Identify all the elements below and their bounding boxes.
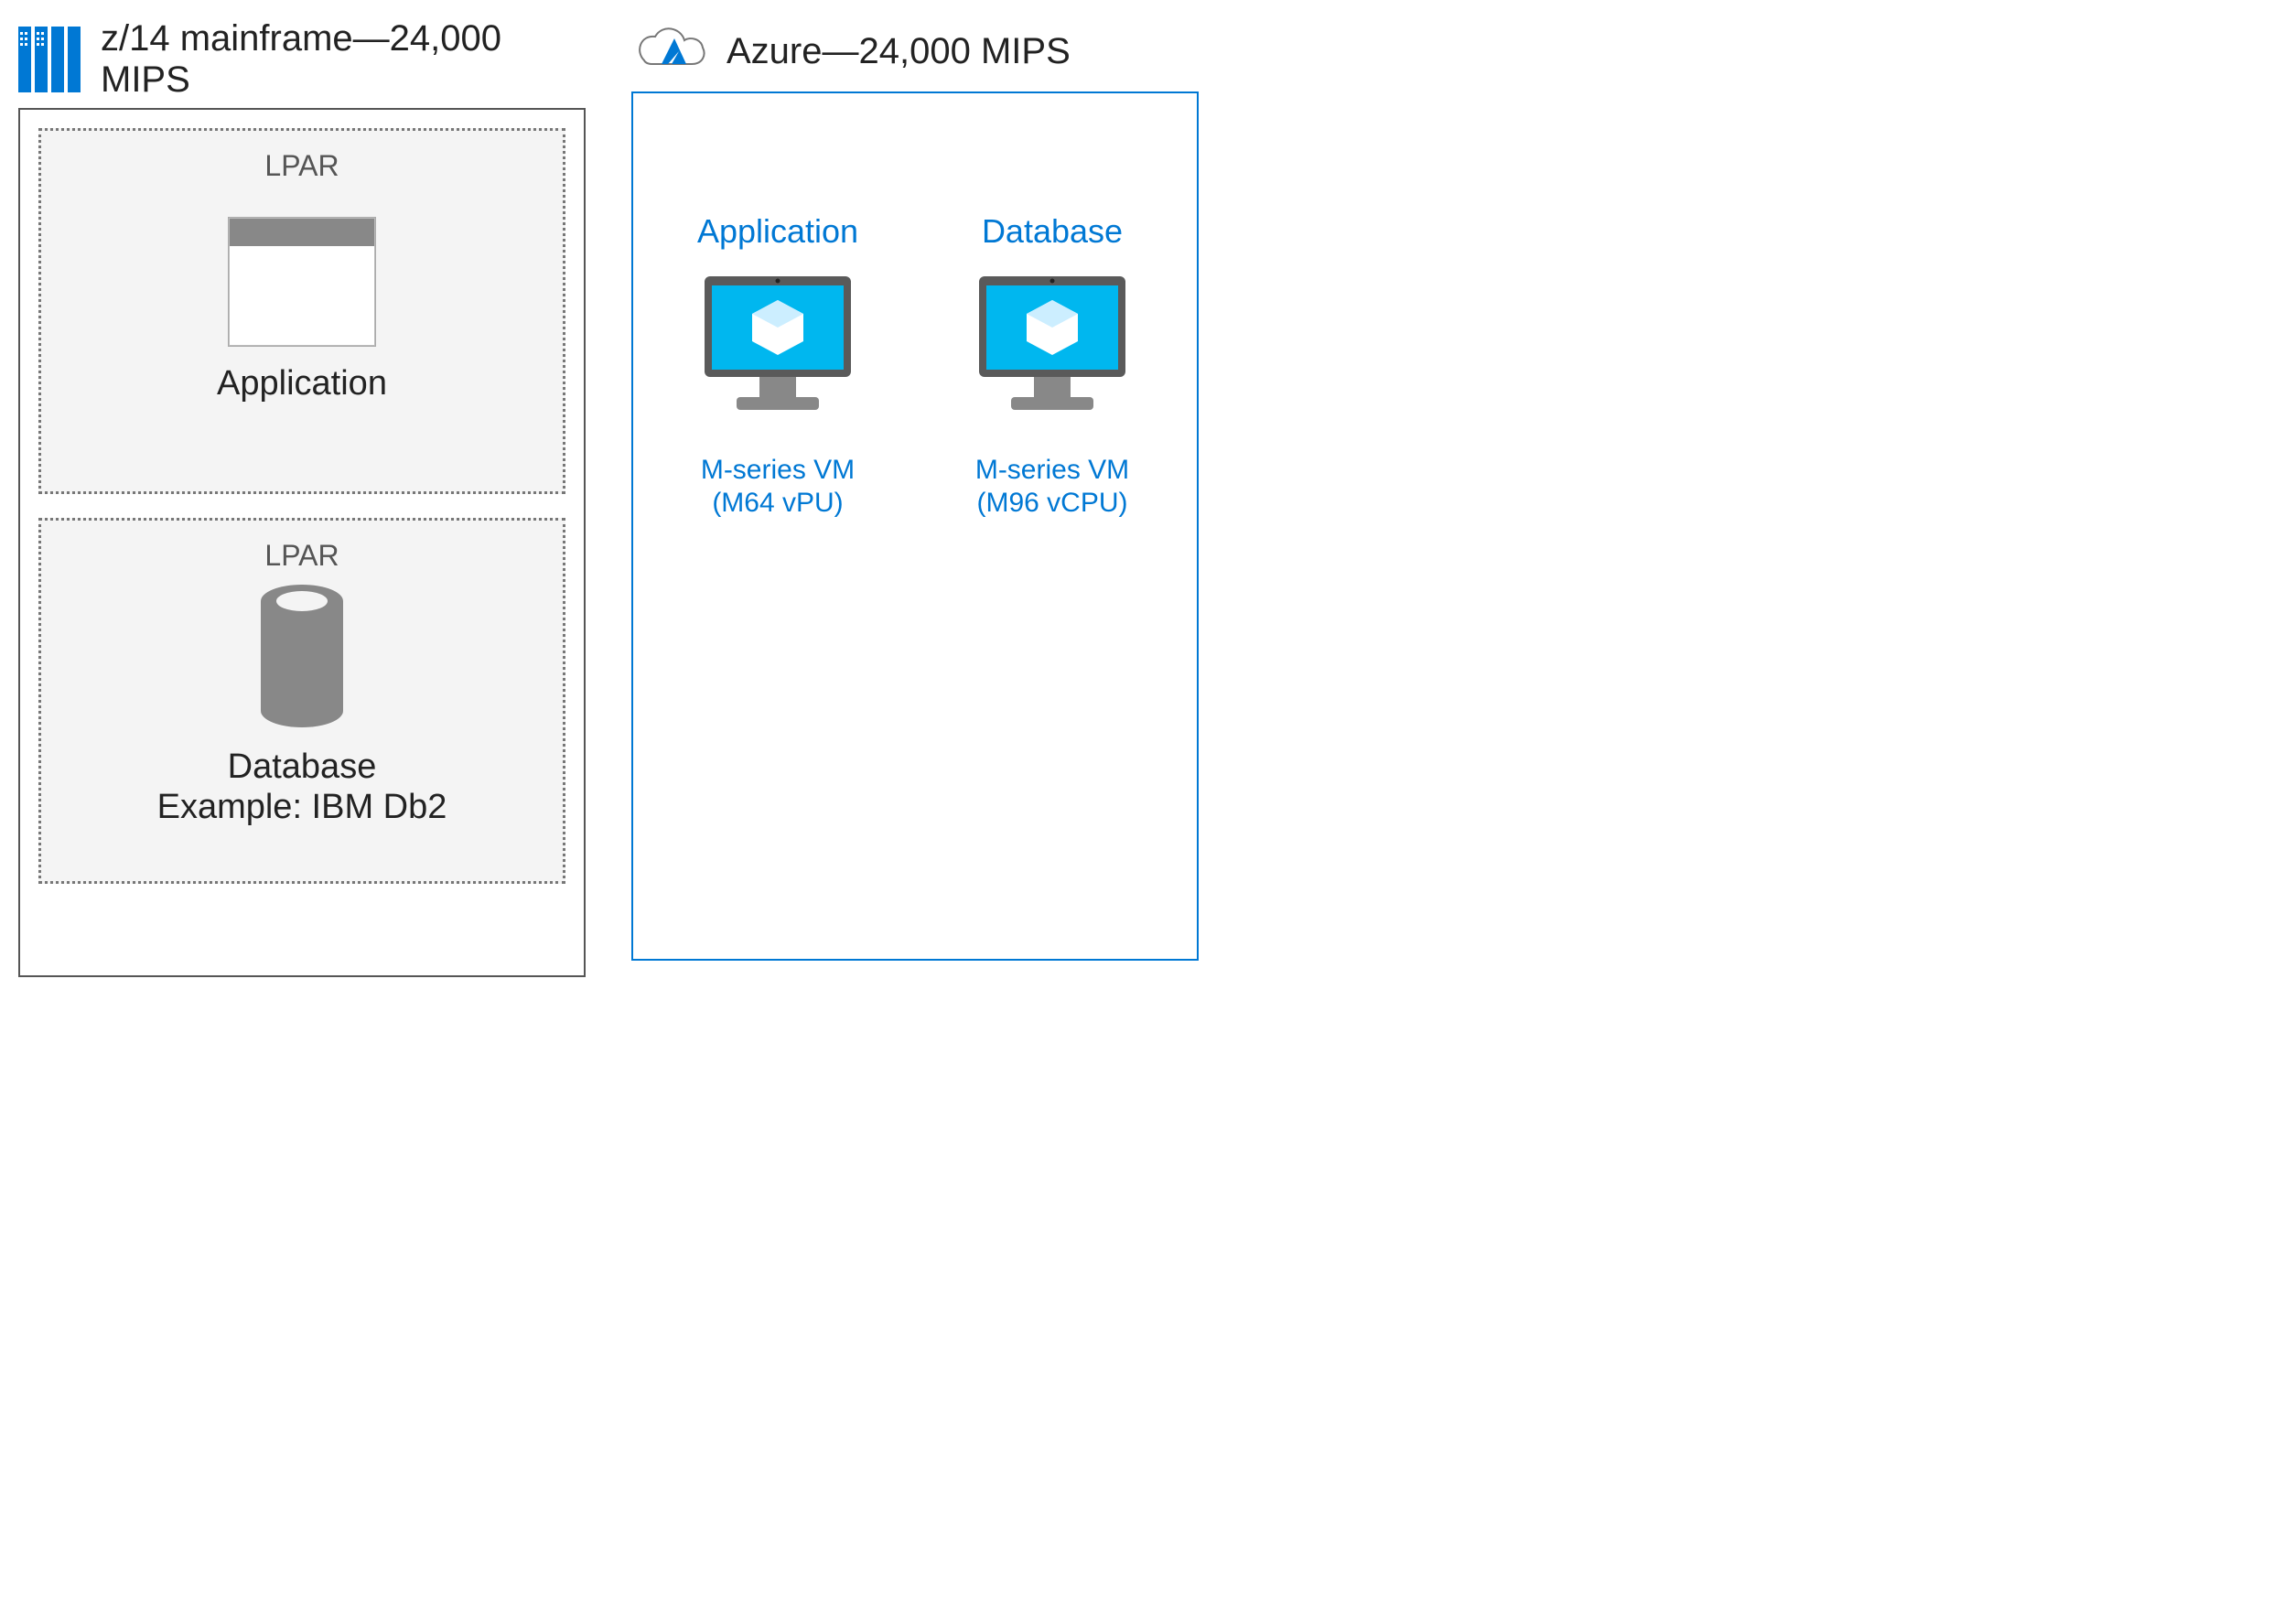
azure-item-application: Application — [659, 212, 897, 520]
db-caption-line1: Database — [228, 747, 377, 786]
azure-title: Azure—24,000 MIPS — [727, 31, 1071, 72]
azure-cloud-icon — [631, 18, 710, 84]
mainframe-title: z/14 mainframe—24,000 MIPS — [101, 18, 586, 101]
azure-label-application: Application — [697, 212, 858, 251]
azure-spec-database: M-series VM (M96 vCPU) — [975, 454, 1129, 520]
lpar-caption-application: Application — [217, 364, 387, 404]
application-window-icon — [229, 218, 375, 346]
azure-column: Azure—24,000 MIPS Application — [631, 18, 1199, 961]
lpar-caption-database: Database Example: IBM Db2 — [157, 747, 447, 827]
mainframe-column: z/14 mainframe—24,000 MIPS LPAR Applicat… — [18, 18, 586, 977]
azure-row: Application — [651, 112, 1179, 520]
mainframe-header: z/14 mainframe—24,000 MIPS — [18, 18, 586, 101]
lpar-database: LPAR Database Example: IBM Db2 — [38, 518, 565, 884]
azure-item-database: Database — [933, 212, 1171, 520]
azure-panel: Application — [631, 91, 1199, 961]
spec-line1: M-series VM — [975, 455, 1129, 485]
database-cylinder-icon — [252, 583, 352, 729]
vm-icon — [970, 267, 1135, 423]
azure-spec-application: M-series VM (M64 vPU) — [701, 454, 855, 520]
architecture-diagram: z/14 mainframe—24,000 MIPS LPAR Applicat… — [18, 18, 2264, 977]
mainframe-panel: LPAR Application LPAR — [18, 108, 586, 977]
azure-label-database: Database — [982, 212, 1123, 251]
spec-line2: (M96 vCPU) — [976, 488, 1127, 518]
lpar-label: LPAR — [264, 149, 339, 183]
lpar-label: LPAR — [264, 539, 339, 573]
mainframe-icon — [18, 27, 84, 92]
spec-line2: (M64 vPU) — [712, 488, 843, 518]
spec-line1: M-series VM — [701, 455, 855, 485]
db-caption-line2: Example: IBM Db2 — [157, 788, 447, 826]
vm-icon — [695, 267, 860, 423]
lpar-application: LPAR Application — [38, 128, 565, 494]
azure-header: Azure—24,000 MIPS — [631, 18, 1199, 84]
